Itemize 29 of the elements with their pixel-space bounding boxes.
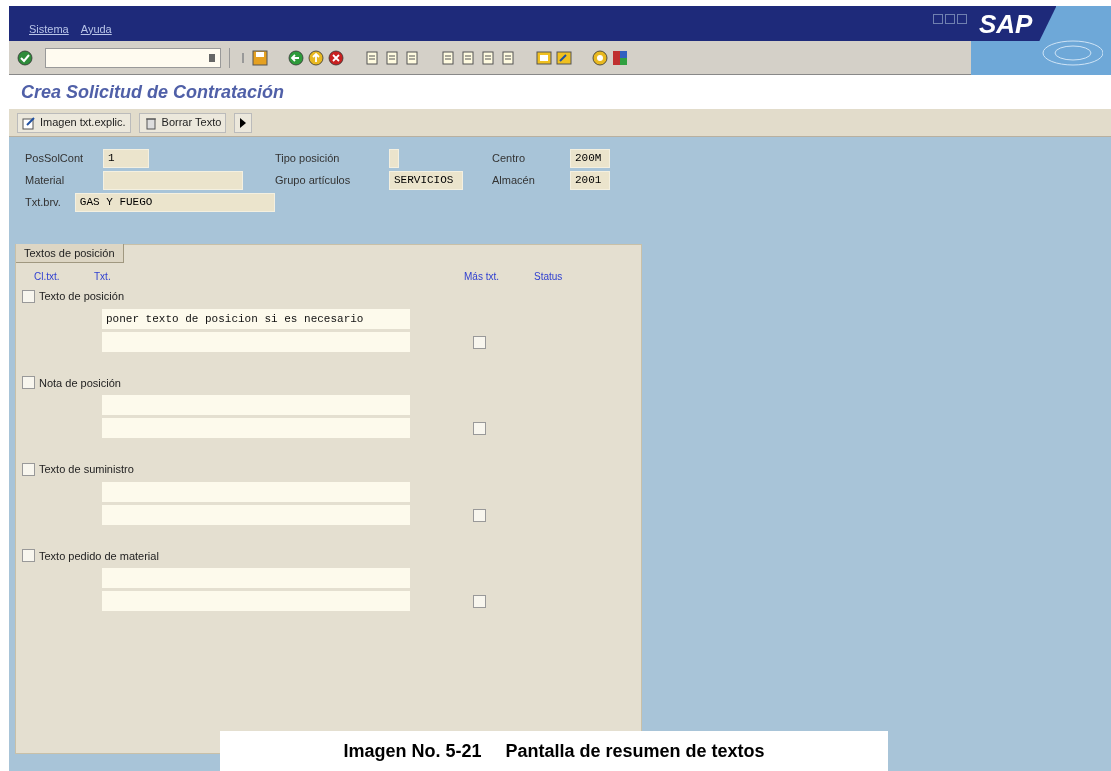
input-field[interactable]: 200M xyxy=(570,149,610,168)
logo: SAP xyxy=(979,10,1033,37)
text-type-label: Texto de suministro xyxy=(39,462,134,477)
field-label: Txt.brv. xyxy=(25,195,62,211)
input-field[interactable]: 2001 xyxy=(570,171,610,190)
delete-text-button[interactable]: Borrar Texto xyxy=(138,112,227,133)
screen-title: Crea Solicitud de Contratación xyxy=(21,80,285,104)
input-field[interactable]: SERVICIOS xyxy=(389,171,463,190)
field-label: Grupo artículos xyxy=(275,173,352,189)
column-header: Txt. xyxy=(94,270,112,284)
field-label: Almacén xyxy=(492,173,536,189)
field-label: Material xyxy=(25,173,66,189)
column-header: Status xyxy=(534,270,563,284)
input-field[interactable]: GAS Y FUEGO xyxy=(74,193,275,212)
menu-item[interactable]: Ayuda xyxy=(80,20,112,37)
field-label: Centro xyxy=(492,151,527,167)
caption-text: Pantalla de resumen de textos xyxy=(505,739,765,763)
edit-text-button[interactable]: Imagen txt.explic. xyxy=(17,112,131,133)
field-label: PosSolCont xyxy=(25,151,85,167)
text-line-field[interactable]: poner texto de posicion si es necesario xyxy=(102,308,410,329)
column-header: Cl.txt. xyxy=(34,270,61,284)
caption-number: Imagen No. 5-21 xyxy=(343,739,482,763)
column-header: Más txt. xyxy=(464,270,500,284)
field-label: Tipo posición xyxy=(275,151,341,167)
text-type-label: Nota de posición xyxy=(39,375,121,391)
input-field[interactable]: 1 xyxy=(103,149,149,168)
menu-item[interactable]: Sistema xyxy=(29,20,69,37)
text-type-label: Texto pedido de material xyxy=(39,548,159,564)
text-type-label: Texto de posición xyxy=(39,289,124,304)
